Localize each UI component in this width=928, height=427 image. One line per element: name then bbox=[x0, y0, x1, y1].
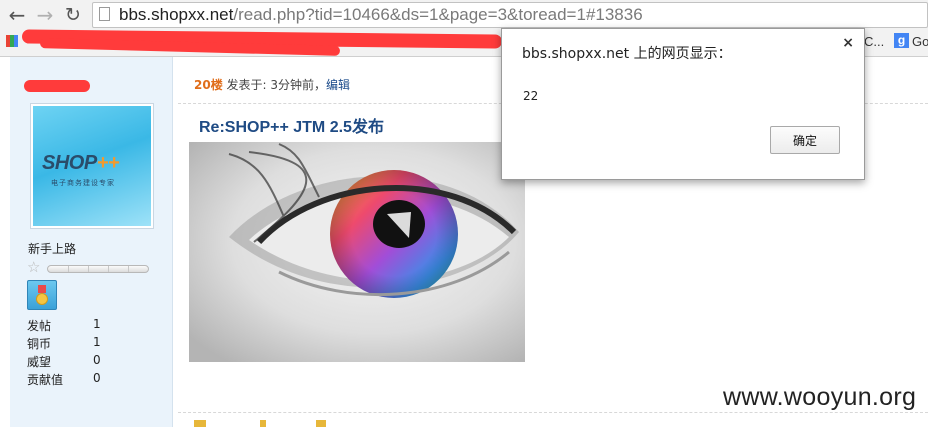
bookmark-item[interactable]: Go bbox=[912, 34, 928, 49]
url-text: bbs.shopxx.net/read.php?tid=10466&ds=1&p… bbox=[119, 5, 643, 25]
level-bar bbox=[47, 265, 149, 273]
ok-button[interactable]: 确定 bbox=[770, 126, 840, 154]
alert-dialog: bbs.shopxx.net 上的网页显示： × 22 确定 bbox=[501, 28, 865, 180]
address-bar[interactable]: bbs.shopxx.net/read.php?tid=10466&ds=1&p… bbox=[92, 2, 928, 28]
next-post-icons bbox=[194, 420, 394, 427]
eye-illustration bbox=[189, 142, 525, 362]
post-time: 发表于: 3分钟前， bbox=[226, 78, 327, 92]
logo-tagline: 电子商务建设专家 bbox=[51, 179, 115, 187]
back-arrow-icon[interactable]: ← bbox=[6, 4, 28, 26]
stat-copper: 铜币 1 bbox=[27, 335, 101, 351]
star-icon: ☆ bbox=[27, 258, 41, 276]
stat-prestige: 威望 0 bbox=[27, 353, 101, 369]
shop-logo: SHOP++ bbox=[42, 152, 120, 174]
username-redaction bbox=[24, 80, 90, 92]
google-icon[interactable]: g bbox=[894, 33, 909, 48]
dialog-title: bbs.shopxx.net 上的网页显示： bbox=[522, 46, 732, 62]
close-icon[interactable]: × bbox=[842, 35, 854, 51]
medal-icon[interactable] bbox=[27, 280, 57, 310]
post-divider-bottom bbox=[178, 412, 928, 413]
stat-contribution: 贡献值 0 bbox=[27, 371, 101, 387]
reload-icon[interactable]: ↻ bbox=[62, 4, 84, 26]
dialog-message: 22 bbox=[523, 89, 539, 103]
forward-arrow-icon[interactable]: → bbox=[34, 4, 56, 26]
edit-link[interactable]: 编辑 bbox=[326, 78, 350, 92]
watermark: www.wooyun.org bbox=[723, 383, 917, 411]
avatar-image: SHOP++ 电子商务建设专家 bbox=[33, 106, 151, 226]
post-meta: 20楼 发表于: 3分钟前，编辑 bbox=[194, 76, 350, 93]
url-path: /read.php?tid=10466&ds=1&page=3&toread=1… bbox=[233, 5, 643, 24]
url-host: bbs.shopxx.net bbox=[119, 5, 234, 24]
floor-number[interactable]: 20楼 bbox=[194, 78, 223, 92]
stat-posts: 发帖 1 bbox=[27, 317, 101, 333]
bookmark-item[interactable]: C... bbox=[864, 34, 884, 49]
post-image bbox=[189, 142, 525, 362]
user-rank: 新手上路 bbox=[28, 242, 77, 256]
post-title: Re:SHOP++ JTM 2.5发布 bbox=[199, 119, 384, 136]
page-icon bbox=[99, 7, 110, 21]
avatar[interactable]: SHOP++ 电子商务建设专家 bbox=[30, 103, 154, 229]
apps-icon[interactable] bbox=[6, 35, 18, 47]
